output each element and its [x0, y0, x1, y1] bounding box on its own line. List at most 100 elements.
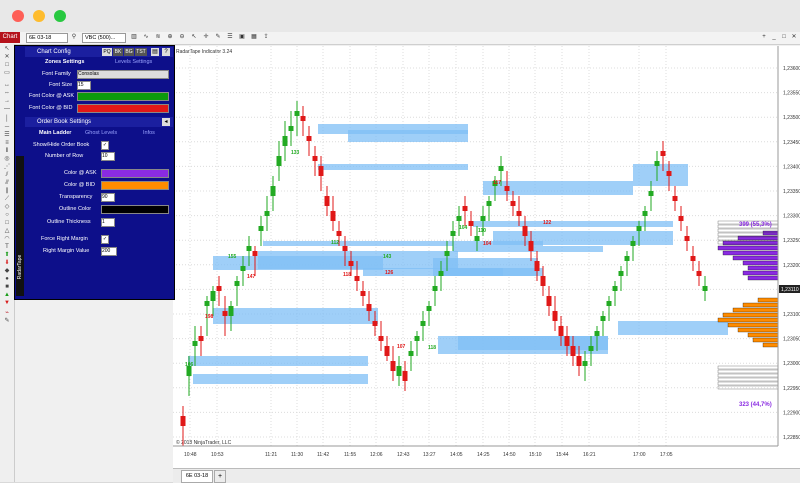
- risk-reward-icon[interactable]: ◇: [2, 204, 12, 211]
- properties-icon[interactable]: ☰: [226, 33, 234, 42]
- levels-settings-tab[interactable]: Levels Settings: [115, 59, 152, 65]
- color-ask-picker[interactable]: [101, 169, 169, 178]
- zoom-in-icon[interactable]: ⊕: [166, 33, 174, 42]
- volume-label: 133: [291, 150, 300, 156]
- show-hide-checkbox[interactable]: ✓: [101, 141, 109, 150]
- instrument-tab[interactable]: 6E 03-18: [181, 470, 213, 483]
- diamond-icon[interactable]: ◆: [2, 268, 12, 275]
- price-axis-label: 1,23400: [783, 164, 800, 170]
- horizontal-line-icon[interactable]: ─: [2, 124, 12, 131]
- restore-chart-button[interactable]: □: [780, 33, 788, 42]
- rectangle-shape-icon[interactable]: □: [2, 220, 12, 227]
- minimize-window-button[interactable]: [33, 10, 45, 22]
- help-icon[interactable]: ?: [162, 48, 170, 56]
- snapshot-icon[interactable]: ▣: [238, 33, 246, 42]
- radartape-side-tab[interactable]: RadarTape: [16, 156, 24, 296]
- number-of-row-input[interactable]: 10: [101, 152, 115, 161]
- arrow-up-icon[interactable]: ⬆: [2, 252, 12, 259]
- gann-fan-icon[interactable]: ⋰: [2, 164, 12, 171]
- line-tool-icon[interactable]: —: [2, 106, 12, 113]
- share-icon[interactable]: ⇪: [262, 33, 270, 42]
- liquidity-zone: [263, 241, 543, 246]
- liquidity-zone: [618, 321, 728, 335]
- trend-channel-icon[interactable]: ∥: [2, 188, 12, 195]
- close-chart-button[interactable]: ✕: [790, 33, 798, 42]
- arrow-down-icon[interactable]: ⬇: [2, 260, 12, 267]
- color-bid-picker[interactable]: [101, 181, 169, 190]
- add-window-button[interactable]: +: [760, 33, 768, 42]
- indicators-icon[interactable]: ∿: [142, 33, 150, 42]
- fib-retracement-icon[interactable]: ☰: [2, 132, 12, 139]
- dot-icon[interactable]: ●: [2, 276, 12, 283]
- triangle-tool-icon[interactable]: △: [2, 228, 12, 235]
- ray-tool-icon[interactable]: →: [2, 98, 12, 105]
- bookmark-icon[interactable]: ⌁: [2, 310, 12, 317]
- outline-color-picker[interactable]: [101, 205, 169, 214]
- andrews-pitchfork-icon[interactable]: ⫽: [2, 172, 12, 179]
- main-ladder-tab[interactable]: Main Ladder: [39, 130, 71, 136]
- bid-level-bar: [717, 317, 779, 323]
- arc-tool-icon[interactable]: ◠: [2, 236, 12, 243]
- fib-time-icon[interactable]: ⦀: [2, 148, 12, 155]
- pen-icon[interactable]: ✎: [2, 318, 12, 325]
- fib-circle-icon[interactable]: ◎: [2, 156, 12, 163]
- ruler-icon[interactable]: ⟋: [2, 196, 12, 203]
- add-tab-button[interactable]: +: [214, 470, 226, 483]
- collapse-icon[interactable]: ◂: [162, 118, 170, 126]
- fib-extension-icon[interactable]: ≡: [2, 140, 12, 147]
- price-axis-label: 1,22950: [783, 386, 800, 392]
- settings-icon[interactable]: ▤: [151, 48, 159, 56]
- text-tool-icon[interactable]: T: [2, 244, 12, 251]
- font-color-bid-picker[interactable]: [77, 104, 169, 113]
- crosshair-tool-icon[interactable]: ✕: [2, 54, 12, 61]
- zoom-out-icon[interactable]: ⊖: [178, 33, 186, 42]
- regression-channel-icon[interactable]: ⫻: [2, 180, 12, 187]
- ghost-levels-tab[interactable]: Ghost Levels: [85, 130, 117, 136]
- period-selector[interactable]: VBC (500)...: [82, 33, 126, 43]
- outline-thickness-input[interactable]: 1: [101, 218, 115, 227]
- infos-tab[interactable]: Infos: [143, 130, 155, 136]
- font-family-select[interactable]: Consolas: [77, 70, 169, 79]
- triangle-down-icon[interactable]: ▼: [2, 300, 12, 307]
- candle-body: [378, 336, 384, 341]
- bg-button[interactable]: BG: [124, 48, 134, 56]
- liquidity-zone: [458, 336, 608, 350]
- region-tool-icon[interactable]: ▭: [2, 70, 12, 77]
- cursor-icon[interactable]: ↖: [190, 33, 198, 42]
- search-icon[interactable]: ⚲: [70, 33, 78, 42]
- double-arrow-icon[interactable]: ⇔: [2, 90, 12, 97]
- chart-canvas[interactable]: RadarTape Indicator 3.24 © 2018 NinjaTra…: [173, 46, 800, 468]
- crosshair-icon[interactable]: ✛: [202, 33, 210, 42]
- draw-icon[interactable]: ✎: [214, 33, 222, 42]
- square-icon[interactable]: ■: [2, 284, 12, 291]
- chart-tab[interactable]: Chart: [0, 32, 20, 43]
- minimize-chart-button[interactable]: _: [770, 33, 778, 42]
- bid-level-bar: [732, 307, 779, 313]
- tst-button[interactable]: TST: [135, 48, 147, 56]
- bars-icon[interactable]: ▥: [130, 33, 138, 42]
- time-axis-label: 11:42: [317, 452, 329, 458]
- transparency-input[interactable]: 90: [101, 193, 115, 202]
- price-chart[interactable]: RadarTape Indicator 3.24 © 2018 NinjaTra…: [173, 46, 800, 468]
- strategies-icon[interactable]: ≋: [154, 33, 162, 42]
- instrument-selector[interactable]: 6E 03-18: [26, 33, 68, 43]
- horizontal-arrow-icon[interactable]: ↔: [2, 82, 12, 89]
- pq-button[interactable]: PQ: [102, 48, 112, 56]
- zones-settings-tab[interactable]: Zones Settings: [45, 59, 84, 65]
- triangle-up-icon[interactable]: ▲: [2, 292, 12, 299]
- arrow-tool-icon[interactable]: ↖: [2, 46, 12, 53]
- font-size-input[interactable]: 15: [77, 81, 91, 90]
- bid-level-bar: [747, 332, 779, 338]
- bk-button[interactable]: BK: [113, 48, 123, 56]
- bid-level-bar: [752, 337, 779, 343]
- rectangle-tool-icon[interactable]: □: [2, 62, 12, 69]
- force-right-margin-checkbox[interactable]: ✓: [101, 235, 109, 244]
- ask-level-bar: [747, 275, 779, 281]
- right-margin-value-input[interactable]: 200: [101, 247, 117, 256]
- vertical-line-icon[interactable]: │: [2, 116, 12, 123]
- grid-icon[interactable]: ▦: [250, 33, 258, 42]
- font-color-ask-picker[interactable]: [77, 92, 169, 101]
- maximize-window-button[interactable]: [54, 10, 66, 22]
- close-window-button[interactable]: [12, 10, 24, 22]
- ellipse-tool-icon[interactable]: ○: [2, 212, 12, 219]
